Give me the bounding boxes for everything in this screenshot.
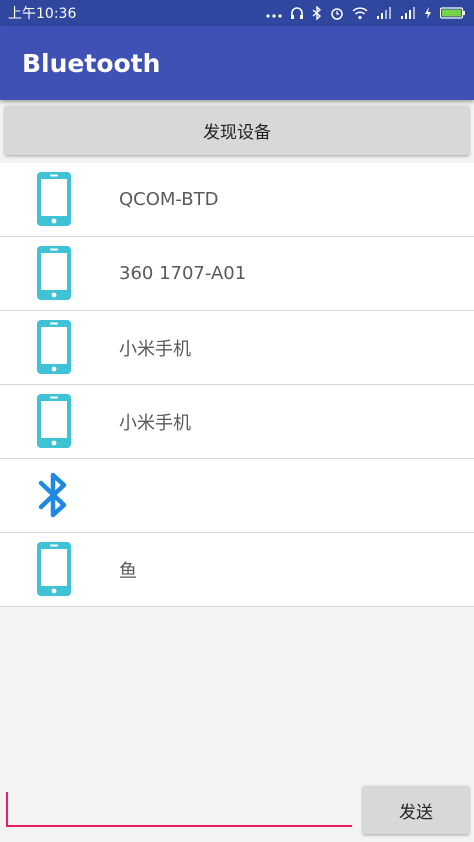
discover-devices-button[interactable]: 发现设备 [5,106,469,155]
more-dots-icon [266,14,282,18]
status-icons [266,6,466,20]
device-name: 小米手机 [119,412,191,434]
phone-icon [37,246,71,300]
device-name: 360 1707-A01 [119,263,247,284]
wifi-icon [352,7,368,20]
device-name: 鱼 [119,560,137,582]
status-bar: 上午10:36 [0,0,474,26]
device-row[interactable]: 360 1707-A01 [0,237,474,311]
text-cursor [6,792,8,825]
headset-icon [291,7,303,19]
phone-icon [37,172,71,226]
device-row[interactable]: QCOM-BTD [0,163,474,237]
signal-icon [401,7,415,19]
bluetooth-icon [38,472,67,518]
device-row[interactable]: 小米手机 [0,385,474,459]
phone-icon [37,394,71,448]
status-time: 上午10:36 [8,6,77,22]
device-name: 小米手机 [119,338,191,360]
bluetooth-icon [312,6,322,20]
device-list: QCOM-BTD 360 1707-A01 小米手机 小米手机 鱼 [0,163,474,607]
phone-icon [37,542,71,596]
device-row[interactable]: 鱼 [0,533,474,607]
phone-icon [37,320,71,374]
device-name: QCOM-BTD [119,189,219,210]
alarm-icon [331,8,343,20]
message-input[interactable] [10,792,354,826]
device-row[interactable]: 小米手机 [0,311,474,385]
battery-icon [440,7,465,19]
app-bar: Bluetooth [0,26,474,100]
input-underline [6,825,352,827]
message-input-container [6,790,354,830]
signal-icon [377,7,391,19]
charging-icon [425,7,431,19]
app-title: Bluetooth [22,48,161,78]
send-button[interactable]: 发送 [363,786,469,834]
device-row[interactable] [0,459,474,533]
